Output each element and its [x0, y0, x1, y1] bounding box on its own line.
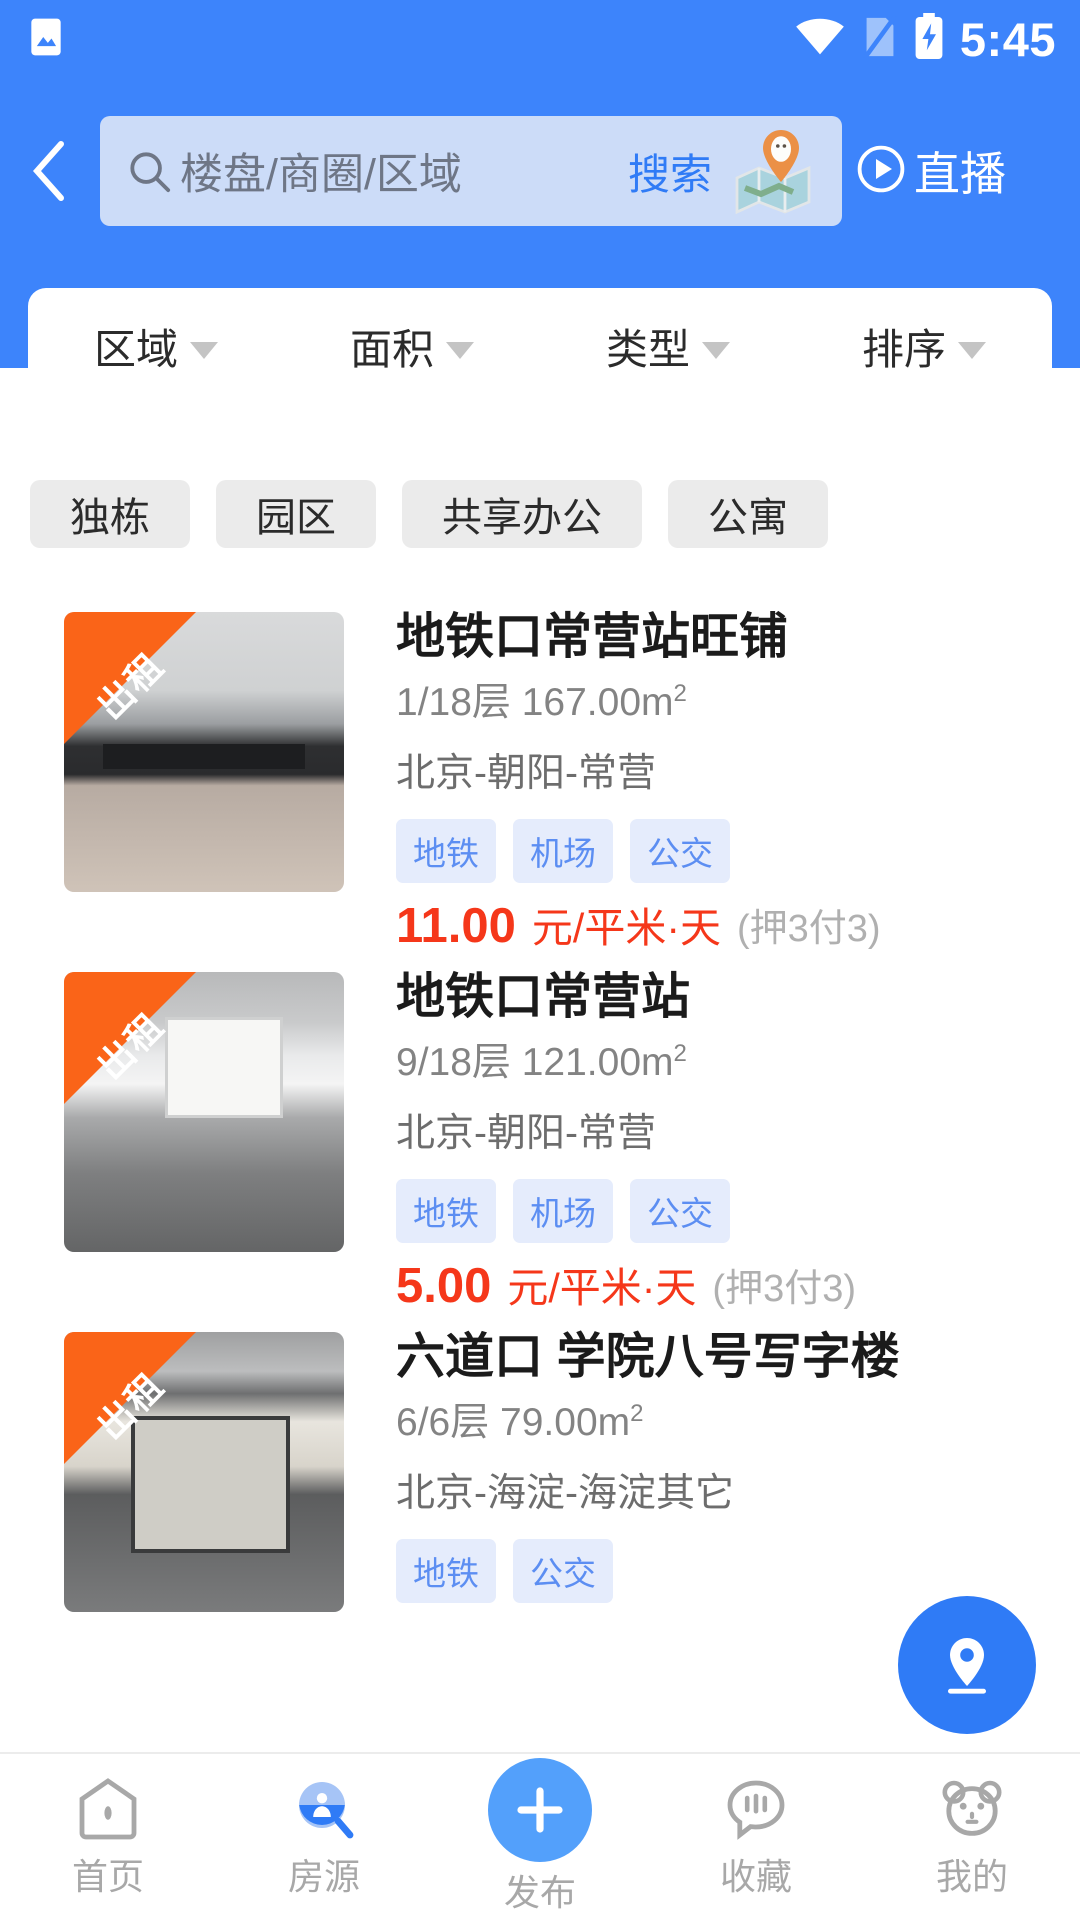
nav-label-home: 首页: [71, 1856, 144, 1897]
listing-floor-area: 1/18层 167.00m2: [396, 679, 1080, 725]
chip-coworking[interactable]: 共享办公: [402, 480, 642, 548]
map-view-fab[interactable]: [898, 1596, 1036, 1734]
bottom-navigation: 首页 房源 发布 收藏 我的: [0, 1752, 1080, 1920]
listing-tag: 公交: [630, 818, 730, 883]
quick-filter-chips: 独栋 园区 共享办公 公寓: [0, 478, 1080, 550]
listing-price-unit: 元/平米·天: [507, 1265, 697, 1312]
listing-location: 北京-朝阳-常营: [396, 1111, 656, 1155]
listing-floor-area-text: 9/18层 121.00m: [396, 1040, 674, 1084]
area-exponent: 2: [673, 1039, 687, 1067]
filter-area-label: 区域: [93, 325, 178, 373]
listing-tag: 地铁: [396, 1178, 496, 1243]
house-search-icon: [288, 1772, 360, 1846]
listing-floor-area: 6/6层 79.00m2: [396, 1399, 1080, 1445]
live-button[interactable]: 直播: [856, 138, 1006, 204]
play-circle-icon: [856, 144, 906, 199]
status-bar-clock: 5:45: [959, 12, 1056, 66]
wifi-icon: [794, 17, 846, 62]
listing-deposit: (押3付3): [712, 1267, 856, 1310]
listing-tags: 地铁 公交: [396, 1538, 1080, 1603]
sim-card-icon: [862, 14, 898, 65]
plus-icon[interactable]: [488, 1758, 592, 1862]
listing-tag: 机场: [513, 1178, 613, 1243]
folded-map-pin-icon[interactable]: [730, 128, 816, 214]
chevron-down-icon: [958, 341, 986, 359]
listing-floor-area-text: 6/6层 79.00m: [396, 1400, 631, 1444]
chevron-left-icon: [32, 141, 64, 201]
listing-tag: 公交: [630, 1178, 730, 1243]
chip-apartment[interactable]: 公寓: [668, 480, 828, 548]
search-input[interactable]: 楼盘/商圈/区域: [180, 140, 610, 202]
listing-price-number: 11.00: [396, 898, 516, 953]
listing-card[interactable]: 出租 地铁口常营站 9/18层 121.00m2 北京-朝阳-常营 地铁 机场 …: [0, 958, 1080, 1318]
nav-item-profile[interactable]: 我的: [864, 1754, 1080, 1900]
chevron-down-icon: [446, 341, 474, 359]
filter-type-label: 类型: [605, 325, 690, 373]
listing-price-number: 5.00: [396, 1258, 492, 1313]
nav-label-favorites: 收藏: [719, 1856, 792, 1897]
search-icon: [126, 148, 176, 194]
listing-price: 5.00 元/平米·天 (押3付3): [396, 1258, 1080, 1313]
filter-sort-label: 排序: [861, 325, 946, 373]
back-button[interactable]: [0, 110, 100, 232]
listing-card[interactable]: 出租 地铁口常营站旺铺 1/18层 167.00m2 北京-朝阳-常营 地铁 机…: [0, 598, 1080, 958]
filter-sort[interactable]: 排序: [796, 288, 1052, 404]
nav-label-listings: 房源: [287, 1856, 360, 1897]
listing-thumbnail[interactable]: 出租: [64, 1332, 344, 1612]
listing-thumbnail[interactable]: 出租: [64, 612, 344, 892]
chevron-down-icon: [190, 341, 218, 359]
search-submit-button[interactable]: 搜索: [610, 141, 730, 202]
listing-floor-area-text: 1/18层 167.00m: [396, 680, 674, 724]
listing-title: 六道口 学院八号写字楼: [396, 1330, 900, 1384]
listing-price-unit: 元/平米·天: [531, 905, 721, 952]
listing-deposit: (押3付3): [736, 907, 881, 950]
nav-label-profile: 我的: [935, 1856, 1008, 1897]
nav-item-favorites[interactable]: 收藏: [648, 1754, 864, 1900]
listing-tag: 地铁: [396, 818, 496, 883]
chip-park[interactable]: 园区: [216, 480, 376, 548]
chip-standalone[interactable]: 独栋: [30, 480, 190, 548]
search-box[interactable]: 楼盘/商圈/区域 搜索: [100, 116, 842, 226]
battery-charging-icon: [914, 12, 944, 66]
listing-price: 11.00 元/平米·天 (押3付3): [396, 898, 1080, 953]
listing-tag: 地铁: [396, 1538, 496, 1603]
status-bar: 5:45: [0, 0, 1080, 78]
image-icon: [24, 15, 68, 64]
filter-area[interactable]: 区域: [28, 288, 284, 404]
listing-floor-area: 9/18层 121.00m2: [396, 1039, 1080, 1085]
listing-thumbnail[interactable]: 出租: [64, 972, 344, 1252]
listing-title: 地铁口常营站: [396, 970, 691, 1024]
listing-tags: 地铁 机场 公交: [396, 818, 1080, 883]
search-header: 楼盘/商圈/区域 搜索 直播: [0, 110, 1080, 232]
listing-location: 北京-海淀-海淀其它: [396, 1471, 734, 1515]
chevron-down-icon: [702, 341, 730, 359]
listing-tag: 机场: [513, 818, 613, 883]
chat-bookmark-icon: [720, 1772, 792, 1846]
filter-type[interactable]: 类型: [540, 288, 796, 404]
map-pin-icon: [948, 1638, 986, 1694]
live-label: 直播: [914, 148, 1006, 200]
nav-item-publish[interactable]: 发布: [432, 1754, 648, 1916]
filter-bar: 区域 面积 类型 排序: [0, 288, 1080, 404]
home-icon: [72, 1772, 144, 1846]
filter-size-label: 面积: [349, 325, 434, 373]
listing-location: 北京-朝阳-常营: [396, 751, 656, 795]
nav-label-publish: 发布: [503, 1872, 576, 1913]
listing-tags: 地铁 机场 公交: [396, 1178, 1080, 1243]
bear-face-icon: [936, 1772, 1008, 1846]
nav-item-listings[interactable]: 房源: [216, 1754, 432, 1900]
nav-item-home[interactable]: 首页: [0, 1754, 216, 1900]
listing-title: 地铁口常营站旺铺: [396, 610, 789, 664]
filter-size[interactable]: 面积: [284, 288, 540, 404]
area-exponent: 2: [630, 1399, 644, 1427]
area-exponent: 2: [673, 679, 687, 707]
listing-tag: 公交: [513, 1538, 613, 1603]
